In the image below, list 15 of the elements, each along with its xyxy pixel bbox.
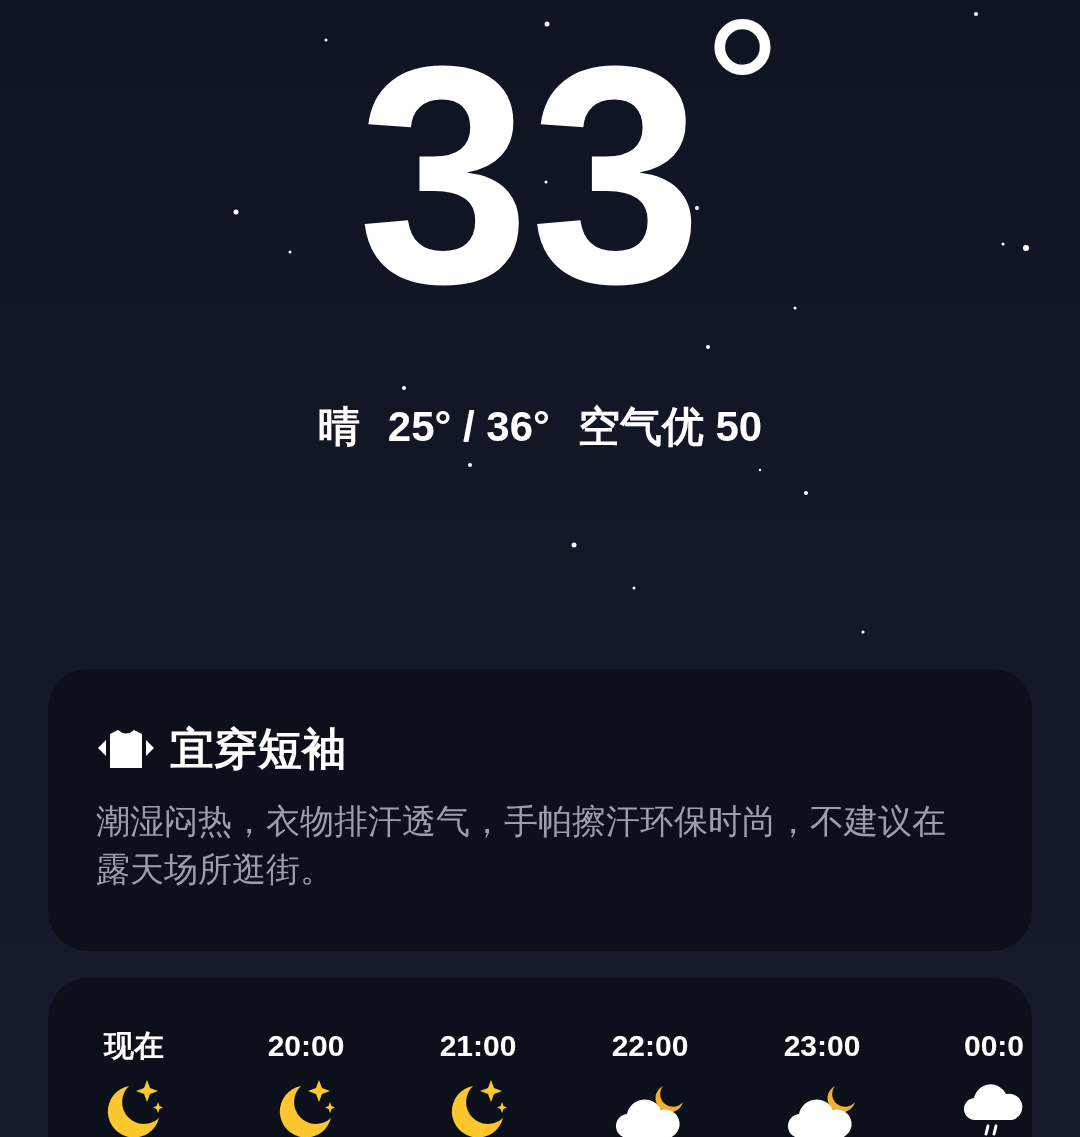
hour-label: 21:00 [439,1028,517,1064]
hour-label: 现在 [104,1028,164,1064]
hour-label: 00:0 [963,1028,1024,1064]
cloud-and-moon-icon [787,1084,857,1137]
current-temperature: 33° [356,20,783,330]
hour-label: 20:00 [267,1028,345,1064]
advice-title: 宜穿短袖 [170,723,346,775]
weather-condition: 晴 [317,402,360,452]
cloud-and-moon-icon [615,1084,685,1137]
t-shirt-icon [96,728,156,770]
temperature-range: 25° / 36° [387,402,550,452]
advice-text: 潮湿闷热，衣物排汗透气，手帕擦汗环保时尚，不建议在露天场所逛街。 [96,801,947,890]
hour-label: 22:00 [611,1028,689,1064]
air-quality: 空气优 50 [577,402,763,452]
hour-label: 23:00 [783,1028,861,1064]
